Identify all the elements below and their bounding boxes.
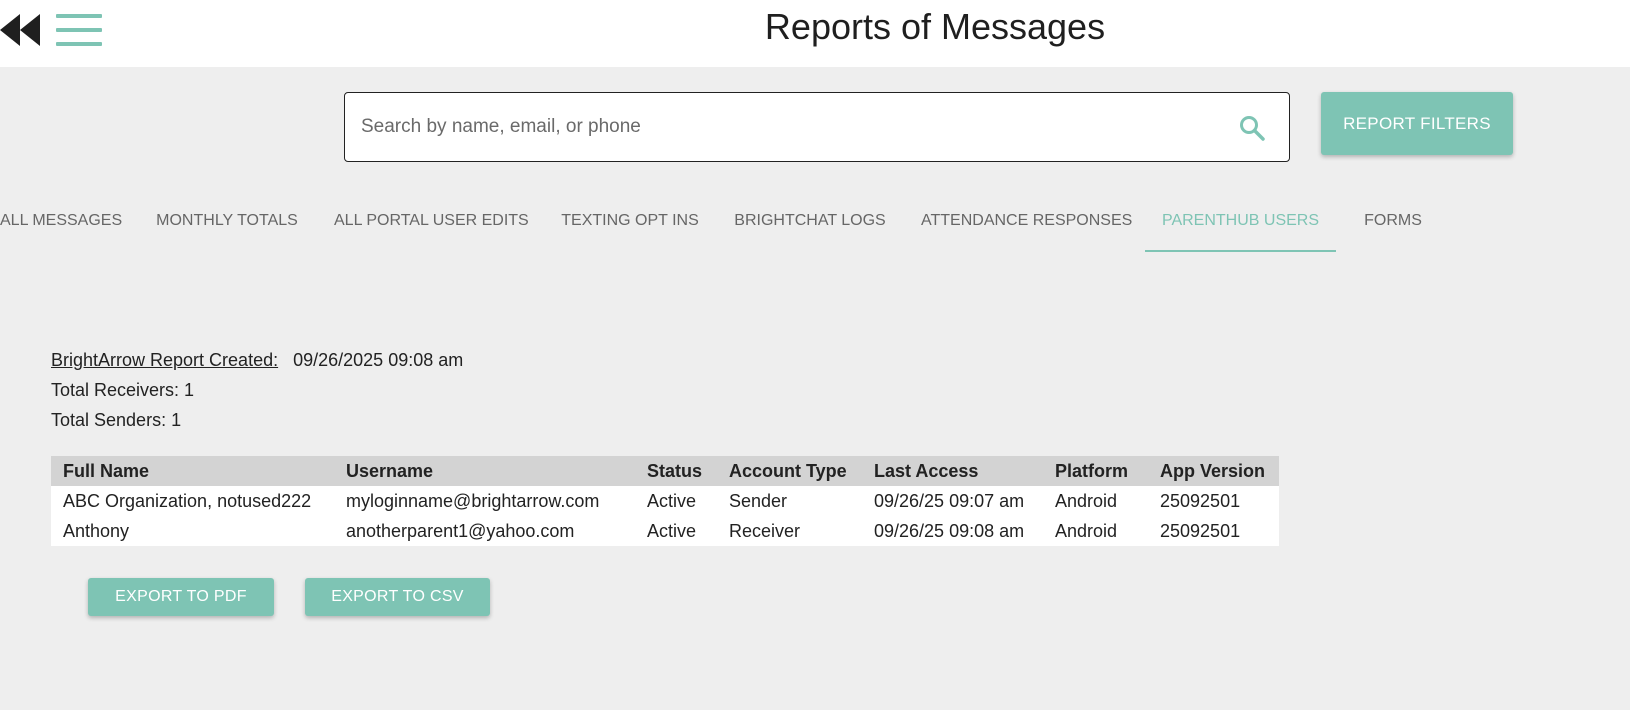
cell-username: myloginname@brightarrow.com bbox=[346, 490, 600, 511]
cell-username: anotherparent1@yahoo.com bbox=[346, 520, 575, 541]
table-row: Anthony anotherparent1@yahoo.com Active … bbox=[51, 516, 1279, 546]
search-box bbox=[344, 92, 1290, 162]
report-created-line: BrightArrow Report Created: 09/26/2025 0… bbox=[51, 348, 463, 378]
cell-last-access: 09/26/25 09:08 am bbox=[874, 520, 1025, 541]
column-header-last-access: Last Access bbox=[862, 456, 1043, 486]
cell-app-version: 25092501 bbox=[1160, 490, 1241, 511]
tab-parenthub-users[interactable]: PARENTHUB USERS bbox=[1145, 200, 1336, 252]
tab-forms[interactable]: FORMS bbox=[1361, 200, 1425, 252]
cell-platform: Android bbox=[1055, 520, 1118, 541]
tab-monthly-totals[interactable]: MONTHLY TOTALS bbox=[153, 200, 301, 252]
report-filters-button[interactable]: REPORT FILTERS bbox=[1321, 92, 1513, 155]
export-to-pdf-button[interactable]: EXPORT TO PDF bbox=[88, 578, 274, 616]
total-receivers: Total Receivers: 1 bbox=[51, 380, 195, 400]
search-input[interactable] bbox=[361, 93, 1201, 160]
column-header-username: Username bbox=[334, 456, 635, 486]
report-summary: BrightArrow Report Created: 09/26/2025 0… bbox=[51, 348, 463, 438]
table-header-row: Full Name Username Status Account Type L… bbox=[51, 456, 1279, 486]
report-created-value: 09/26/2025 09:08 am bbox=[293, 350, 464, 370]
cell-status: Active bbox=[647, 490, 697, 511]
table-row: ABC Organization, notused222 myloginname… bbox=[51, 486, 1279, 516]
top-bar: Reports of Messages bbox=[0, 0, 1630, 67]
total-senders: Total Senders: 1 bbox=[51, 410, 182, 430]
column-header-full-name: Full Name bbox=[51, 456, 334, 486]
tab-brightchat-logs[interactable]: BRIGHTCHAT LOGS bbox=[734, 200, 886, 252]
column-header-platform: Platform bbox=[1043, 456, 1148, 486]
cell-full-name: Anthony bbox=[63, 520, 130, 541]
cell-full-name: ABC Organization, notused222 bbox=[63, 490, 312, 511]
cell-account-type: Receiver bbox=[729, 520, 801, 541]
parenthub-users-table: Full Name Username Status Account Type L… bbox=[51, 456, 1279, 546]
report-tabs: ALL MESSAGES MONTHLY TOTALS ALL PORTAL U… bbox=[0, 200, 1630, 252]
cell-platform: Android bbox=[1055, 490, 1118, 511]
page-title: Reports of Messages bbox=[764, 6, 1106, 47]
tab-texting-opt-ins[interactable]: TEXTING OPT INS bbox=[561, 200, 699, 252]
cell-status: Active bbox=[647, 520, 697, 541]
tab-all-messages[interactable]: ALL MESSAGES bbox=[0, 200, 122, 252]
cell-account-type: Sender bbox=[729, 490, 788, 511]
search-icon[interactable] bbox=[1238, 114, 1266, 142]
column-header-app-version: App Version bbox=[1148, 456, 1279, 486]
report-created-label[interactable]: BrightArrow Report Created: bbox=[51, 350, 278, 370]
export-to-csv-button[interactable]: EXPORT TO CSV bbox=[305, 578, 490, 616]
tab-all-portal-user-edits[interactable]: ALL PORTAL USER EDITS bbox=[334, 200, 529, 252]
tab-attendance-responses[interactable]: ATTENDANCE RESPONSES bbox=[921, 200, 1132, 252]
column-header-status: Status bbox=[635, 456, 717, 486]
cell-last-access: 09/26/25 09:07 am bbox=[874, 490, 1025, 511]
column-header-account-type: Account Type bbox=[717, 456, 862, 486]
cell-app-version: 25092501 bbox=[1160, 520, 1241, 541]
